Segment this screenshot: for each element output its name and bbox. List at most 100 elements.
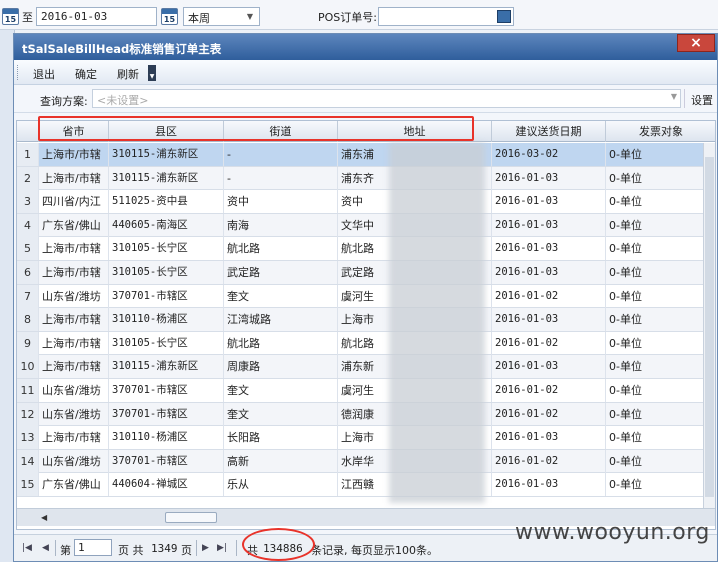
refresh-button[interactable]: 刷新 <box>117 66 139 82</box>
close-button[interactable]: × <box>677 34 715 52</box>
prev-page-icon[interactable]: ◀ <box>42 543 49 553</box>
cell-invoice-target: 0-单位 <box>606 355 705 379</box>
confirm-button[interactable]: 确定 <box>75 66 97 82</box>
row-number: 12 <box>17 402 39 426</box>
pos-order-input[interactable] <box>378 7 514 26</box>
cell-district: 511025-资中县 <box>109 190 224 214</box>
table-row[interactable]: 1 上海市/市辖 310115-浦东新区 - 浦东浦 2016-03-02 0-单位 <box>17 143 715 167</box>
table-row[interactable]: 11 山东省/潍坊 370701-市辖区 奎文 虞河生 2016-01-02 0-单位 <box>17 379 715 403</box>
table-row[interactable]: 12 山东省/潍坊 370701-市辖区 奎文 德润康 2016-01-02 0-单位 <box>17 402 715 427</box>
cell-street: 长阳路 <box>224 426 338 450</box>
watermark: www.wooyun.org <box>515 520 710 545</box>
table-row[interactable]: 8 上海市/市辖 310110-杨浦区 江湾城路 上海市 2016-01-03 0-单位 <box>17 308 715 332</box>
horizontal-scroll-thumb[interactable] <box>165 512 217 523</box>
cell-invoice-target: 0-单位 <box>606 190 705 214</box>
cell-delivery-date: 2016-03-02 <box>492 143 606 166</box>
table-row[interactable]: 3 四川省/内江 511025-资中县 资中 资中 2016-01-03 0-单位 <box>17 190 715 214</box>
cell-delivery-date: 2016-01-03 <box>492 213 606 237</box>
vertical-scroll-thumb[interactable] <box>705 157 714 497</box>
query-scheme-select[interactable]: <未设置> ▼ <box>92 89 681 108</box>
scroll-left-icon[interactable]: ◀ <box>41 513 47 522</box>
cell-district: 310110-杨浦区 <box>109 426 224 450</box>
vertical-scrollbar[interactable] <box>703 143 715 508</box>
dialog-toolbar: 退出 确定 刷新 ▼ <box>14 60 717 85</box>
row-number: 8 <box>17 308 39 332</box>
cell-street: 南海 <box>224 213 338 237</box>
cell-street: 武定路 <box>224 261 338 284</box>
cell-delivery-date: 2016-01-02 <box>492 379 606 402</box>
row-number: 3 <box>17 190 39 214</box>
cell-street: 江湾城路 <box>224 308 338 332</box>
dialog-title: tSalSaleBillHead标准销售订单主表 <box>22 42 222 56</box>
cell-street: 奎文 <box>224 379 338 402</box>
cell-city: 山东省/潍坊 <box>39 402 109 426</box>
cell-delivery-date: 2016-01-03 <box>492 426 606 450</box>
cell-district: 370701-市辖区 <box>109 379 224 402</box>
cell-invoice-target: 0-单位 <box>606 379 705 402</box>
column-header-invoice-target[interactable]: 发票对象 <box>606 121 715 142</box>
table-row[interactable]: 15 广东省/佛山 440604-禅城区 乐从 江西赣 2016-01-03 0-单位 <box>17 473 715 497</box>
toolbar-overflow-icon[interactable]: ▼ <box>148 65 156 81</box>
cell-invoice-target: 0-单位 <box>606 449 705 473</box>
cell-district: 310115-浦东新区 <box>109 143 224 166</box>
table-row[interactable]: 10 上海市/市辖 310115-浦东新区 周康路 浦东新 2016-01-03 0-单位 <box>17 355 715 379</box>
page-number-input[interactable]: 1 <box>74 539 112 556</box>
table-row[interactable]: 2 上海市/市辖 310115-浦东新区 - 浦东齐 2016-01-03 0-单位 <box>17 166 715 191</box>
divider <box>236 540 237 556</box>
page-suffix: 页 <box>181 544 192 557</box>
date-to-label: 至 <box>22 11 33 24</box>
cell-invoice-target: 0-单位 <box>606 426 705 450</box>
period-select[interactable]: 本周 ▼ <box>183 7 260 26</box>
first-page-icon[interactable]: |◀ <box>22 543 32 553</box>
divider <box>196 540 197 556</box>
orders-grid: 省市 县区 街道 地址 建议送货日期 发票对象 1 上海市/市辖 310115-浦东… <box>16 120 716 530</box>
sales-order-dialog: tSalSaleBillHead标准销售订单主表 × 退出 确定 刷新 ▼ 查询… <box>13 33 718 562</box>
cell-city: 上海市/市辖 <box>39 426 109 450</box>
period-select-value: 本周 <box>188 12 210 25</box>
date-to-input[interactable]: 2016-01-03 <box>36 7 157 26</box>
dialog-titlebar[interactable]: tSalSaleBillHead标准销售订单主表 × <box>14 34 717 60</box>
cell-invoice-target: 0-单位 <box>606 213 705 237</box>
cell-district: 370701-市辖区 <box>109 449 224 473</box>
table-row[interactable]: 13 上海市/市辖 310110-杨浦区 长阳路 上海市 2016-01-03 0-单位 <box>17 426 715 450</box>
last-page-icon[interactable]: ▶| <box>217 543 227 553</box>
chevron-down-icon: ▼ <box>670 92 677 101</box>
table-row[interactable]: 14 山东省/潍坊 370701-市辖区 高新 水岸华 2016-01-02 0-单位 <box>17 449 715 474</box>
cell-district: 310115-浦东新区 <box>109 355 224 379</box>
pos-order-label: POS订单号: <box>318 11 377 24</box>
cell-street: 资中 <box>224 190 338 214</box>
table-row[interactable]: 7 山东省/潍坊 370701-市辖区 奎文 虞河生 2016-01-02 0-单位 <box>17 284 715 309</box>
cell-city: 山东省/潍坊 <box>39 379 109 402</box>
cell-street: 乐从 <box>224 473 338 497</box>
row-number: 4 <box>17 213 39 237</box>
settings-button[interactable]: 设置 <box>684 89 718 108</box>
redaction-blur <box>389 143 485 503</box>
exit-button[interactable]: 退出 <box>33 66 55 82</box>
total-suffix: 条记录, 每页显示100条。 <box>311 544 438 557</box>
row-number: 15 <box>17 473 39 497</box>
row-number: 9 <box>17 331 39 355</box>
lookup-icon[interactable] <box>497 10 511 23</box>
cell-street: 高新 <box>224 449 338 473</box>
page-mid-text: 页 共 <box>118 544 144 557</box>
cell-district: 310105-长宁区 <box>109 261 224 284</box>
column-header-delivery-date[interactable]: 建议送货日期 <box>492 121 606 142</box>
row-number: 1 <box>17 143 39 166</box>
cell-delivery-date: 2016-01-03 <box>492 261 606 284</box>
cell-street: - <box>224 166 338 190</box>
row-number: 5 <box>17 237 39 261</box>
table-row[interactable]: 5 上海市/市辖 310105-长宁区 航北路 航北路 2016-01-03 0-单位 <box>17 237 715 261</box>
cell-street: - <box>224 143 338 166</box>
calendar-icon[interactable]: 15 <box>161 8 178 25</box>
highlight-box <box>38 116 474 141</box>
table-row[interactable]: 6 上海市/市辖 310105-长宁区 武定路 武定路 2016-01-03 0-单位 <box>17 261 715 285</box>
toolbar-grip <box>17 65 19 80</box>
cell-delivery-date: 2016-01-03 <box>492 355 606 379</box>
calendar-icon[interactable]: 15 <box>2 8 19 25</box>
table-row[interactable]: 9 上海市/市辖 310105-长宁区 航北路 航北路 2016-01-02 0-单位 <box>17 331 715 356</box>
next-page-icon[interactable]: ▶ <box>202 543 209 553</box>
cell-invoice-target: 0-单位 <box>606 402 705 426</box>
cell-street: 航北路 <box>224 331 338 355</box>
cell-city: 上海市/市辖 <box>39 237 109 261</box>
table-row[interactable]: 4 广东省/佛山 440605-南海区 南海 文华中 2016-01-03 0-单位 <box>17 213 715 238</box>
